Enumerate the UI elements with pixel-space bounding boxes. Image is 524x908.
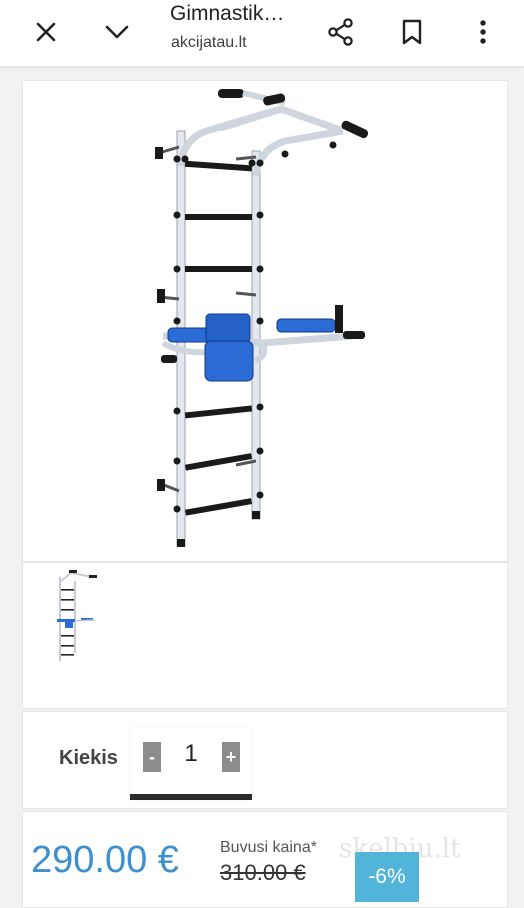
browser-toolbar: Gimnastik… akcijatau.lt [0,0,524,67]
price-section: skelbiu.lt 290.00 € Buvusi kaina* 310.00… [22,811,508,908]
page-url: akcijatau.lt [171,34,247,51]
quantity-stepper: - 1 + [130,728,252,800]
quantity-section: Kiekis - 1 + [22,711,508,809]
quantity-label: Kiekis [59,747,118,769]
increase-quantity-button[interactable]: + [222,742,240,772]
page-title: Gimnastik… [170,2,285,25]
bookmark-icon [402,19,422,45]
current-price: 290.00 € [31,839,179,881]
old-price: 310.00 € [220,860,306,885]
more-options-button[interactable] [457,6,509,58]
chevron-down-icon [105,25,129,39]
share-icon [328,18,353,46]
product-image[interactable] [23,81,507,561]
old-price-label: Buvusi kaina* [220,839,317,856]
quantity-input[interactable]: 1 [170,740,212,768]
thumbnail-gallery [22,562,508,709]
close-button[interactable] [20,6,72,58]
share-button[interactable] [315,6,367,58]
close-icon [36,22,56,42]
decrease-quantity-button[interactable]: - [143,742,161,772]
product-image-card [22,80,508,562]
discount-badge: -6% [355,852,419,902]
bookmark-button[interactable] [386,6,438,58]
product-thumbnail[interactable] [51,567,111,663]
more-vert-icon [480,20,486,44]
collapse-button[interactable] [91,6,143,58]
